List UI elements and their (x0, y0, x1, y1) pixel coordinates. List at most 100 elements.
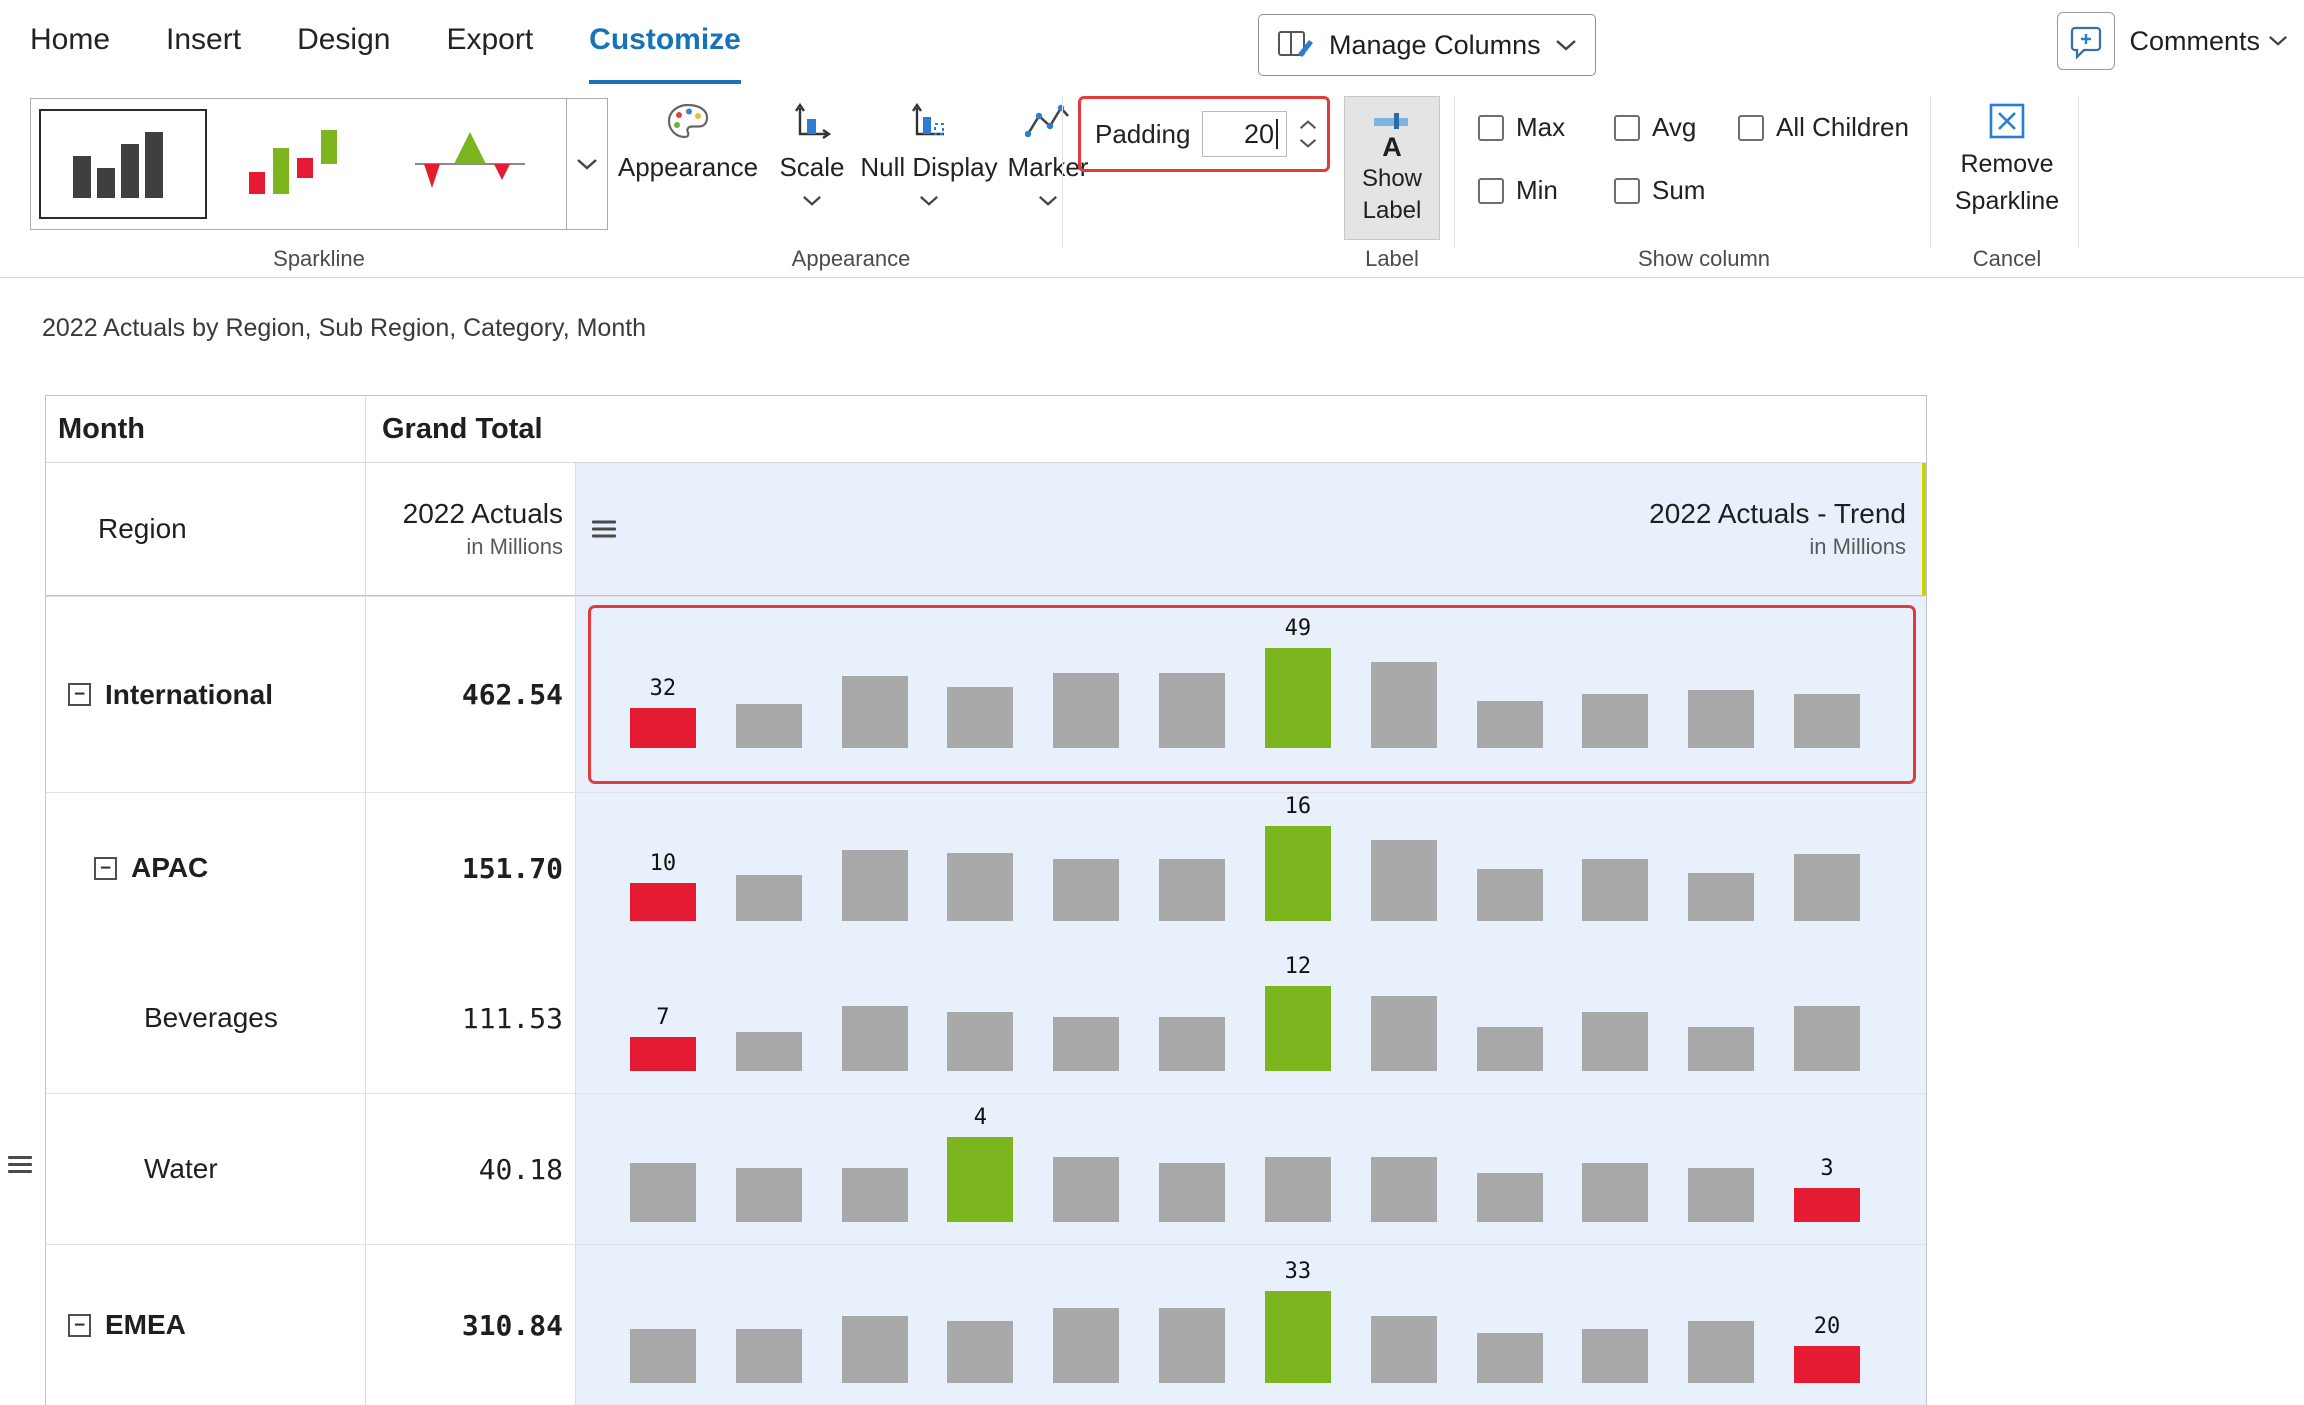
sparkline-bar (1053, 859, 1119, 921)
show-label-icon-letter: A (1382, 134, 1402, 161)
manage-columns-button[interactable]: Manage Columns (1258, 14, 1596, 76)
menu-item-home[interactable]: Home (30, 0, 110, 84)
sparkline-bar-slot (716, 875, 822, 921)
sparkline-bar-slot (1245, 1157, 1351, 1222)
table-row-water: Water40.1843 (46, 1093, 1926, 1244)
menu-item-customize[interactable]: Customize (589, 0, 741, 84)
checkbox-icon[interactable] (1738, 115, 1764, 141)
sparkline-bar (630, 708, 696, 748)
sparkline: 3249 (610, 616, 1880, 748)
checkbox-icon[interactable] (1478, 178, 1504, 204)
checkbox-icon[interactable] (1614, 178, 1640, 204)
sparkline-bar-slot (1351, 996, 1457, 1071)
menu-item-insert[interactable]: Insert (166, 0, 241, 84)
sparkline-bar-slot (1033, 859, 1139, 921)
checkbox-avg[interactable]: Avg (1614, 112, 1732, 143)
table-header-row-2: Region 2022 Actuals in Millions 2022 Act… (46, 463, 1926, 596)
sparkline-cell[interactable]: 1016 (576, 793, 1926, 943)
bar-value-label: 32 (650, 676, 677, 701)
row-label-cell[interactable]: −International (46, 597, 366, 792)
bar-value-label: 7 (656, 1005, 669, 1030)
region-header-label: Region (98, 513, 187, 545)
column-header-month[interactable]: Month (46, 396, 366, 462)
null-display-button[interactable]: Null Display (852, 102, 1006, 207)
sparkline-bar (1794, 694, 1860, 748)
checkbox-icon[interactable] (1478, 115, 1504, 141)
sparkline-bar-slot (1139, 1308, 1245, 1383)
sparkline-cell[interactable]: 3320 (576, 1245, 1926, 1405)
sparkline-bar-slot (1774, 1006, 1880, 1071)
chevron-down-icon (1555, 39, 1577, 52)
gallery-item-column-variance-sparkline[interactable] (215, 109, 383, 219)
sparkline-bar-slot (1457, 701, 1563, 748)
sparkline: 7 12 (610, 954, 1880, 1071)
drag-handle-icon[interactable] (592, 517, 616, 542)
ribbon-divider (1454, 96, 1455, 248)
checkbox-sum[interactable]: Sum (1614, 175, 1732, 206)
sparkline-bar (1582, 859, 1648, 921)
collapse-icon[interactable]: − (68, 683, 91, 706)
sparkline-cell[interactable]: 7 12 (576, 943, 1926, 1093)
menu-item-export[interactable]: Export (446, 0, 533, 84)
sparkline-bar (842, 1006, 908, 1071)
bar-value-label: 3 (1820, 1156, 1833, 1181)
row-dimension-header[interactable]: Region (46, 463, 366, 595)
gallery-item-line-variance-sparkline[interactable] (391, 109, 559, 219)
sparkline-bar-slot (1562, 859, 1668, 921)
sparkline-bar (1688, 1168, 1754, 1222)
row-drag-handle-icon[interactable] (8, 1152, 32, 1177)
sparkline-bar-slot (1139, 1163, 1245, 1222)
sparkline-bar-slot (1562, 1329, 1668, 1383)
chevron-up-icon[interactable] (1299, 119, 1317, 130)
column-header-grand-total[interactable]: Grand Total (366, 396, 1926, 462)
scale-label: Scale (779, 152, 844, 183)
sparkline-cell[interactable]: 43 (576, 1094, 1926, 1244)
comments-button[interactable]: Comments (2129, 26, 2288, 57)
column-header-trend[interactable]: 2022 Actuals - Trend in Millions (576, 463, 1926, 595)
report-title: 2022 Actuals by Region, Sub Region, Cate… (42, 314, 646, 343)
sparkline-bar-slot (1033, 673, 1139, 748)
show-label-toggle[interactable]: A Show Label (1344, 96, 1440, 240)
row-value: 462.54 (366, 597, 576, 792)
checkbox-min[interactable]: Min (1478, 175, 1608, 206)
column-header-actuals[interactable]: 2022 Actuals in Millions (366, 463, 576, 595)
remove-sparkline-button[interactable]: Remove Sparkline (1944, 100, 2070, 216)
sparkline-bar (1265, 648, 1331, 748)
sparkline-bar-slot (927, 1012, 1033, 1071)
appearance-button[interactable]: Appearance (612, 102, 764, 183)
palette-icon (666, 102, 710, 142)
sparkline-bar (1159, 673, 1225, 748)
add-comment-button[interactable] (2057, 12, 2115, 70)
checkbox-icon[interactable] (1614, 115, 1640, 141)
sparkline-bar (1265, 826, 1331, 921)
padding-stepper[interactable] (1299, 119, 1317, 149)
checkbox-all-children[interactable]: All Children (1738, 112, 1948, 143)
sparkline: 3320 (610, 1259, 1880, 1383)
menu-item-design[interactable]: Design (297, 0, 390, 84)
row-label-cell[interactable]: −APAC (46, 793, 366, 943)
bar-value-label: 12 (1285, 954, 1312, 979)
ribbon-divider (1930, 96, 1931, 248)
gallery-expand-button[interactable] (566, 99, 607, 229)
row-label-cell[interactable]: Beverages (46, 943, 366, 1093)
padding-input[interactable]: 20 (1202, 111, 1287, 157)
sparkline-bar-slot (1668, 1027, 1774, 1071)
gallery-item-bar-sparkline[interactable] (39, 109, 207, 219)
sparkline-bar-slot (927, 853, 1033, 921)
checkbox-max[interactable]: Max (1478, 112, 1608, 143)
sparkline-bar (947, 1012, 1013, 1071)
remove-sparkline-text-2: Sparkline (1955, 187, 2059, 216)
sparkline-bar (736, 704, 802, 748)
sparkline-bar-slot (1457, 1333, 1563, 1383)
scale-button[interactable]: Scale (772, 102, 852, 207)
sparkline-cell[interactable]: 3249 (576, 597, 1926, 792)
sparkline-bar (1053, 1157, 1119, 1222)
table-row-international: −International462.54 3249 (46, 596, 1926, 792)
bar-value-label: 33 (1285, 1259, 1312, 1284)
chevron-down-icon[interactable] (1299, 138, 1317, 149)
row-label-cell[interactable]: −EMEA (46, 1245, 366, 1405)
collapse-icon[interactable]: − (68, 1314, 91, 1337)
sparkline-bar-slot (1457, 1027, 1563, 1071)
collapse-icon[interactable]: − (94, 857, 117, 880)
row-label-cell[interactable]: Water (46, 1094, 366, 1244)
